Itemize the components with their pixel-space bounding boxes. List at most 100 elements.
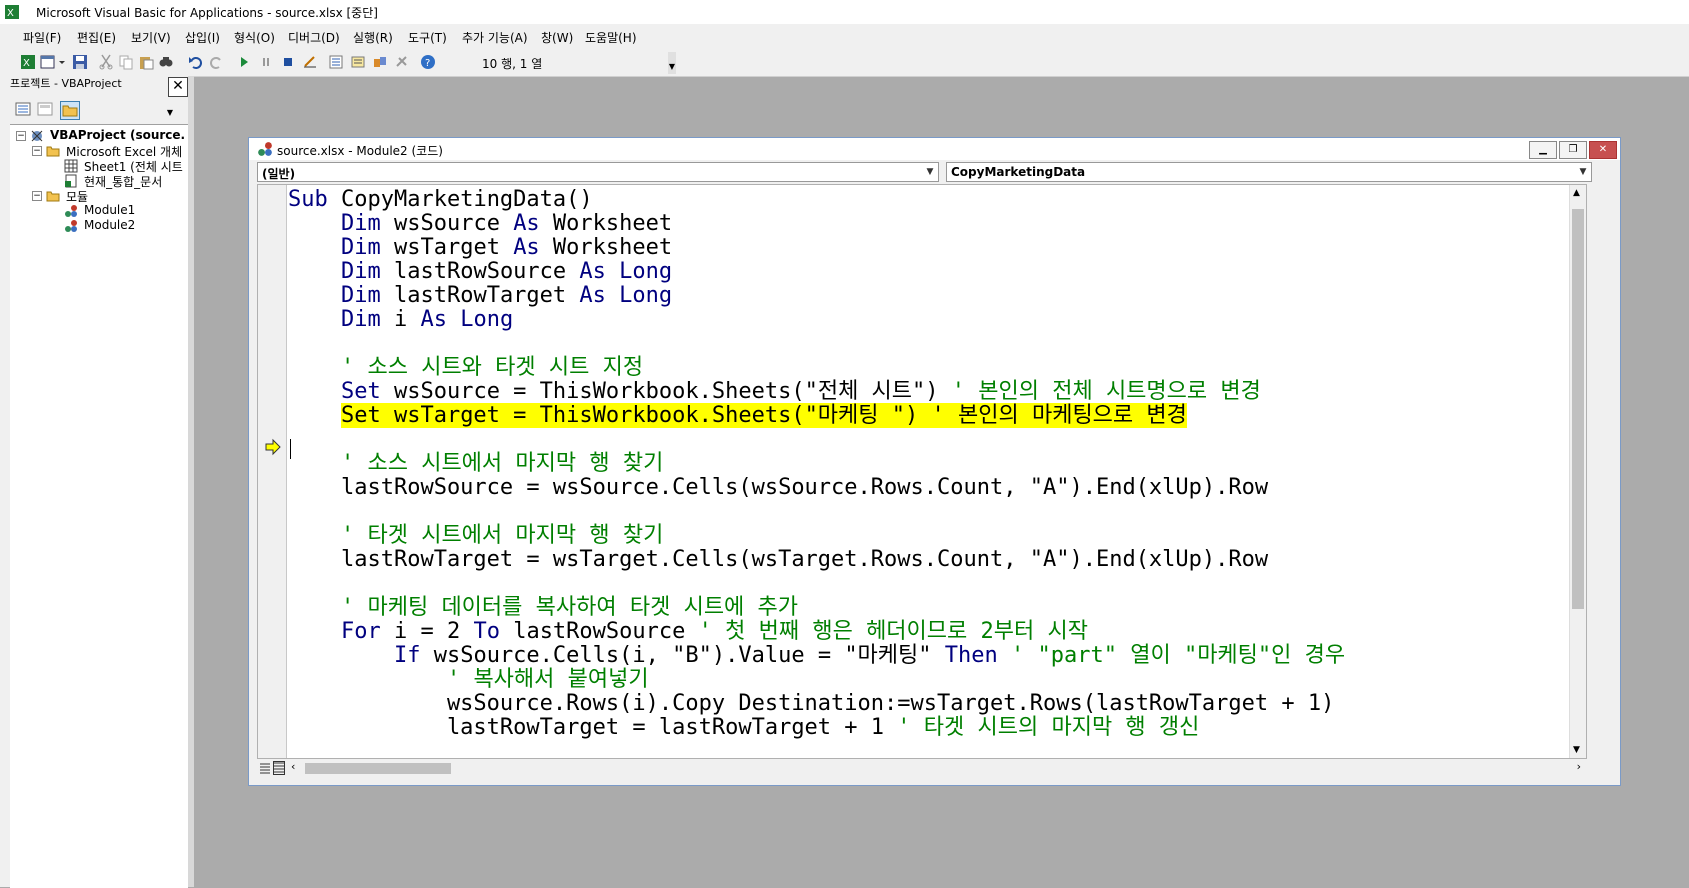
redo-icon[interactable] [208,54,224,70]
window-title: Microsoft Visual Basic for Applications … [36,6,378,20]
code-keyword: As [579,259,606,284]
collapse-icon[interactable]: − [32,146,42,156]
close-icon[interactable]: ✕ [168,77,188,97]
code-line[interactable]: ' 타겟 시트에서 마지막 행 찾기 [288,524,1578,548]
restore-icon[interactable]: ❐ [1559,141,1587,159]
code-line[interactable] [288,572,1578,596]
view-code-icon[interactable] [14,101,32,118]
tree-node-thisworkbook[interactable]: 현재_통합_문서 [64,173,184,189]
code-line[interactable]: Dim lastRowTarget As Long [288,284,1578,308]
code-line[interactable]: lastRowSource = wsSource.Cells(wsSource.… [288,476,1578,500]
code-line[interactable]: If wsSource.Cells(i, "B").Value = "마케팅" … [288,644,1578,668]
tree-node-excel-objects[interactable]: − Microsoft Excel 개체 [30,143,184,159]
tree-node-module2[interactable]: Module2 [64,218,184,234]
code-line[interactable]: Dim lastRowSource As Long [288,260,1578,284]
menu-window[interactable]: 창(W) [541,29,573,46]
vertical-scroll-thumb[interactable] [1572,209,1584,609]
insert-userform-icon[interactable] [40,54,56,70]
menu-debug[interactable]: 디버그(D) [288,29,340,46]
menu-edit[interactable]: 편집(E) [77,29,116,46]
code-keyword: To [473,619,500,644]
procedure-combo[interactable]: CopyMarketingData ▼ [946,162,1592,182]
menu-run[interactable]: 실행(R) [353,29,393,46]
code-line[interactable]: lastRowTarget = wsTarget.Cells(wsTarget.… [288,548,1578,572]
menu-file[interactable]: 파일(F) [23,29,61,46]
scroll-up-icon[interactable]: ▲ [1573,188,1580,198]
menu-help[interactable]: 도움말(H) [585,29,637,46]
tree-node-module1[interactable]: Module1 [64,203,184,219]
excel-view-icon[interactable]: X [20,54,36,70]
cut-icon[interactable] [98,54,114,70]
save-icon[interactable] [72,54,88,70]
code-line[interactable]: Sub CopyMarketingData() [288,188,1578,212]
menu-view[interactable]: 보기(V) [131,29,171,46]
code-text-segment: wsTarget [380,235,514,260]
scroll-down-icon[interactable]: ▼ [1573,745,1580,755]
reset-icon[interactable] [280,54,296,70]
code-line[interactable]: For i = 2 To lastRowSource ' 첫 번째 행은 헤더이… [288,620,1578,644]
collapse-icon[interactable]: − [32,191,42,201]
scroll-left-icon[interactable]: ‹ [291,760,295,773]
design-mode-icon[interactable] [302,54,318,70]
help-icon[interactable]: ? [420,54,436,70]
paste-icon[interactable] [138,54,154,70]
procedure-view-icon[interactable] [259,761,271,775]
code-line[interactable]: Dim wsSource As Worksheet [288,212,1578,236]
code-comment: ' 첫 번째 행은 헤더이므로 2부터 시작 [698,619,1088,644]
code-text[interactable]: Sub CopyMarketingData() Dim wsSource As … [288,188,1578,740]
chevron-down-icon[interactable]: ▼ [1575,163,1591,181]
chevron-down-icon[interactable]: ▼ [922,163,938,181]
vertical-scrollbar[interactable]: ▲ ▼ [1569,185,1586,758]
view-object-icon[interactable] [36,101,54,118]
copy-icon[interactable] [118,54,134,70]
properties-icon[interactable] [350,54,366,70]
code-line[interactable]: lastRowTarget = lastRowTarget + 1 ' 타겟 시… [288,716,1578,740]
run-icon[interactable] [236,54,252,70]
code-line[interactable]: ' 소스 시트에서 마지막 행 찾기 [288,452,1578,476]
code-text-segment: lastRowSource = wsSource.Cells(wsSource.… [288,475,1269,500]
undo-icon[interactable] [188,54,204,70]
pane-toolbar-dropdown-icon[interactable]: ▼ [165,102,175,120]
horizontal-scrollbar[interactable]: ‹ › [257,759,1601,777]
toolbox-icon[interactable] [394,54,410,70]
minimize-icon[interactable]: ▁ [1529,141,1557,159]
insert-dropdown-icon[interactable] [58,54,66,70]
object-combo[interactable]: (일반) ▼ [257,162,939,182]
code-line[interactable]: Dim i As Long [288,308,1578,332]
menu-format[interactable]: 형식(O) [234,29,275,46]
break-icon[interactable] [258,54,274,70]
project-explorer-icon[interactable] [328,54,344,70]
indicator-margin[interactable] [258,185,287,758]
pane-splitter[interactable] [188,76,194,887]
object-browser-icon[interactable] [372,54,388,70]
code-editor[interactable]: Sub CopyMarketingData() Dim wsSource As … [257,184,1587,759]
code-line[interactable] [288,500,1578,524]
code-line[interactable]: ' 마케팅 데이터를 복사하여 타겟 시트에 추가 [288,596,1578,620]
code-line[interactable]: ' 소스 시트와 타겟 시트 지정 [288,356,1578,380]
menu-addins[interactable]: 추가 기능(A) [462,29,528,46]
code-line[interactable]: Set wsTarget = ThisWorkbook.Sheets("마케팅 … [288,403,1578,428]
toolbar-options-icon[interactable]: ▼ [668,52,676,74]
tree-node-modules[interactable]: − 모듈 [30,188,184,204]
tree-node-vbaproject[interactable]: − VBAProject (source. [14,128,186,144]
code-line[interactable]: Set wsSource = ThisWorkbook.Sheets("전체 시… [288,380,1578,404]
horizontal-scroll-thumb[interactable] [305,763,451,774]
code-line[interactable] [288,332,1578,356]
folder-open-icon [46,146,60,157]
code-text-segment: lastRowTarget = wsTarget.Cells(wsTarget.… [288,547,1269,572]
collapse-icon[interactable]: − [16,131,26,141]
code-line[interactable] [288,428,1578,452]
menu-insert[interactable]: 삽입(I) [185,29,220,46]
tree-node-sheet1[interactable]: Sheet1 (전체 시트 [64,158,184,174]
code-line[interactable]: ' 복사해서 붙여넣기 [288,668,1578,692]
tree-label-vbaproject: VBAProject (source. [50,128,186,142]
code-line[interactable]: wsSource.Rows(i).Copy Destination:=wsTar… [288,692,1578,716]
menu-tools[interactable]: 도구(T) [408,29,447,46]
code-line[interactable]: Dim wsTarget As Worksheet [288,236,1578,260]
toggle-folders-icon[interactable] [60,101,80,120]
full-module-view-icon[interactable] [273,761,285,775]
scroll-right-icon[interactable]: › [1577,760,1581,773]
find-icon[interactable] [158,54,174,70]
close-icon[interactable]: ✕ [1589,141,1617,159]
code-text-segment [288,619,341,644]
